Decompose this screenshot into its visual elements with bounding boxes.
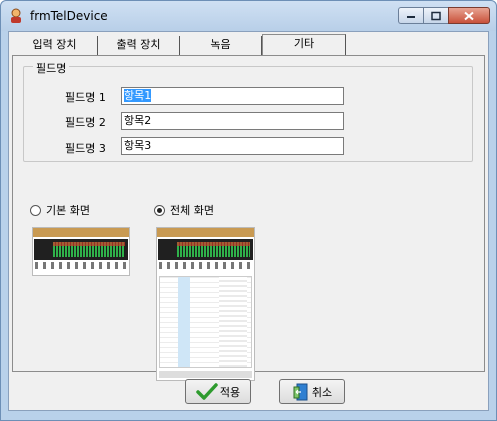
basic-layout-thumbnail bbox=[32, 227, 130, 276]
tab-label: 출력 장치 bbox=[116, 38, 161, 51]
thumb-title-bar bbox=[33, 228, 129, 237]
tab-label: 기타 bbox=[293, 37, 315, 50]
radio-basic-indicator[interactable] bbox=[30, 204, 41, 216]
field-label-2: 필드명 2 bbox=[65, 116, 106, 129]
field-value-3: 항목3 bbox=[124, 139, 152, 152]
tab-output-device[interactable]: 출력 장치 bbox=[98, 36, 180, 56]
thumb-status-bar bbox=[159, 371, 252, 378]
app-icon bbox=[8, 8, 24, 24]
close-icon bbox=[464, 11, 474, 20]
thumb-title-bar bbox=[157, 228, 254, 237]
tab-etc[interactable]: 기타 bbox=[262, 34, 346, 57]
field-label-3: 필드명 3 bbox=[65, 142, 106, 155]
maximize-button[interactable] bbox=[423, 7, 448, 24]
maximize-icon bbox=[431, 11, 441, 20]
title-bar[interactable]: frmTelDevice bbox=[1, 1, 496, 31]
cancel-button[interactable]: 취소 bbox=[279, 379, 345, 404]
exit-door-icon bbox=[293, 383, 308, 400]
tab-label: 입력 장치 bbox=[32, 38, 77, 51]
radio-full-label: 전체 화면 bbox=[170, 204, 214, 217]
window-controls bbox=[398, 7, 490, 24]
tab-input-device[interactable]: 입력 장치 bbox=[12, 36, 98, 56]
field-name-group: 필드명 필드명 1 항목1 필드명 2 항목2 필드명 3 항목3 bbox=[23, 60, 473, 162]
thumb-column bbox=[178, 277, 190, 367]
radio-basic-label: 기본 화면 bbox=[46, 204, 90, 217]
thumb-equalizer bbox=[177, 242, 250, 257]
radio-basic-view[interactable]: 기본 화면 bbox=[30, 202, 90, 218]
field-input-3[interactable]: 항목3 bbox=[121, 137, 344, 155]
minimize-icon bbox=[407, 15, 415, 18]
thumb-equalizer bbox=[53, 242, 125, 257]
tab-label: 녹음 bbox=[210, 38, 231, 51]
minimize-button[interactable] bbox=[398, 7, 423, 24]
thumb-call-list bbox=[159, 276, 252, 368]
check-icon bbox=[196, 382, 218, 400]
thumb-column bbox=[219, 277, 247, 367]
close-button[interactable] bbox=[448, 7, 490, 24]
window-title: frmTelDevice bbox=[30, 9, 108, 23]
thumb-controls bbox=[35, 262, 127, 269]
apply-label: 적용 bbox=[219, 385, 241, 399]
app-window: frmTelDevice 입력 장치 출력 장치 녹음 기타 필드명 필드명 1 bbox=[0, 0, 497, 421]
full-layout-thumbnail bbox=[156, 227, 255, 381]
radio-full-indicator[interactable] bbox=[154, 204, 165, 216]
tab-recording[interactable]: 녹음 bbox=[180, 36, 262, 56]
group-legend: 필드명 bbox=[33, 60, 70, 76]
field-label-1: 필드명 1 bbox=[65, 91, 106, 104]
field-input-2[interactable]: 항목2 bbox=[121, 112, 344, 130]
field-value-1: 항목1 bbox=[124, 89, 152, 102]
tab-panel-etc: 필드명 필드명 1 항목1 필드명 2 항목2 필드명 3 항목3 기본 화면 … bbox=[12, 55, 485, 381]
thumb-controls bbox=[159, 262, 252, 269]
apply-button[interactable]: 적용 bbox=[185, 379, 251, 404]
cancel-label: 취소 bbox=[311, 385, 333, 399]
dialog-body: 입력 장치 출력 장치 녹음 기타 필드명 필드명 1 항목1 필드명 2 항목… bbox=[8, 31, 489, 411]
radio-full-view[interactable]: 전체 화면 bbox=[154, 202, 214, 218]
field-input-1[interactable]: 항목1 bbox=[121, 87, 344, 105]
field-value-2: 항목2 bbox=[124, 114, 152, 127]
